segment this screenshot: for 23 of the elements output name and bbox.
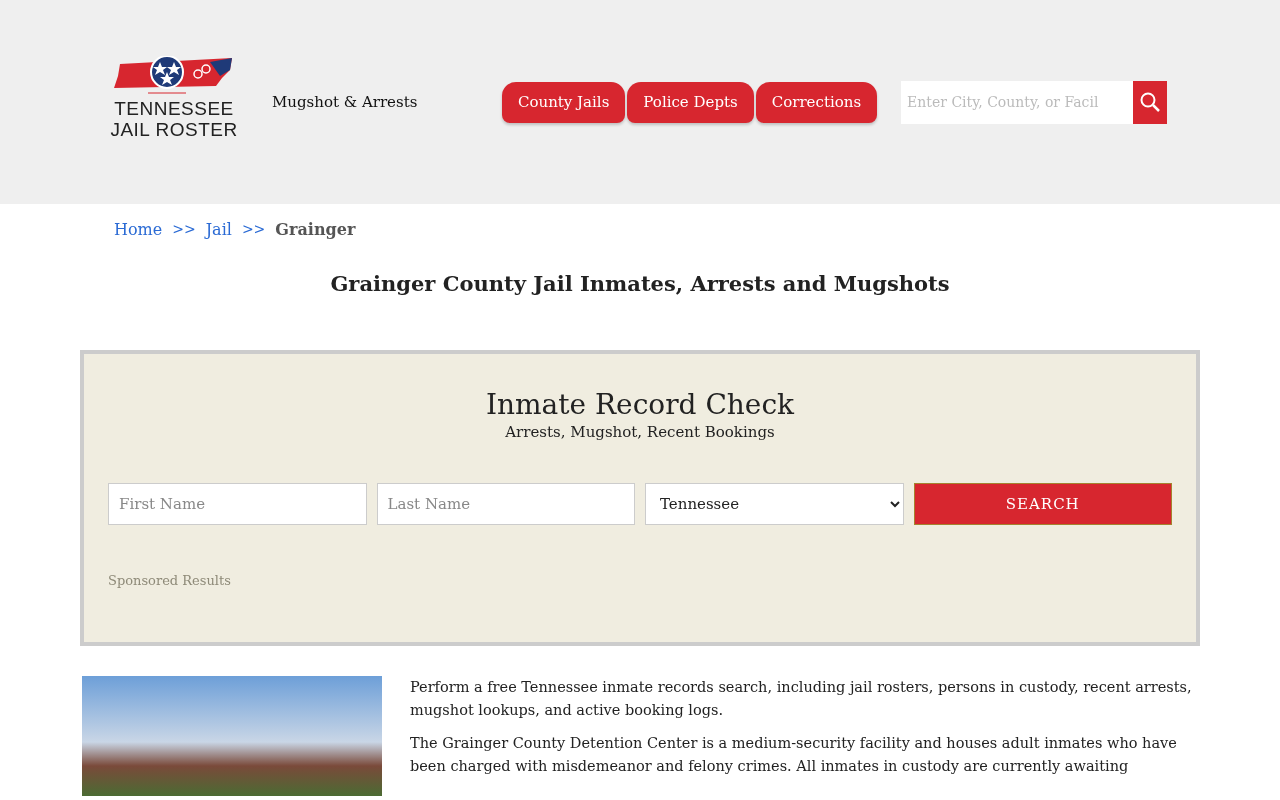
nav-tab[interactable]: Corrections	[755, 81, 878, 123]
sponsored-label: Sponsored Results	[108, 573, 232, 588]
nav-tab[interactable]: Police Depts	[627, 81, 754, 123]
logo-text[interactable]: TENNESSEE JAIL ROSTER	[110, 98, 238, 140]
first-name-field[interactable]: First Name	[108, 483, 367, 525]
last-name-field[interactable]: Last Name	[376, 483, 635, 525]
state-dropdown[interactable]: Tennessee	[645, 483, 904, 525]
paragraph: Perform a free Tennessee inmate records search, including jail rosters, persons in custody, recent arrests, mugshot lookups, and active booking logs.	[410, 678, 1193, 720]
breadcrumb-current: Grainger	[275, 220, 356, 239]
search-icon	[1139, 91, 1162, 113]
panel-subtitle: Arrests, Mugshot, Recent Bookings	[504, 423, 776, 441]
paragraph: The Grainger County Detention Center is a medium-security facility and houses adult inmates who have been charged with misdemeanor and felony crimes. All inmates in custody are currently awaiting	[410, 734, 1178, 776]
page-title: Grainger County Jail Inmates, Arrests and Mugshots	[329, 271, 951, 296]
breadcrumb-separator: >>	[241, 220, 266, 239]
search-field[interactable]: Enter City, County, or Facil	[901, 80, 1134, 124]
search-button[interactable]	[1133, 80, 1168, 124]
breadcrumb-link[interactable]: Jail	[205, 220, 232, 239]
search-button[interactable]: SEARCH	[913, 483, 1172, 525]
panel-title: Inmate Record Check	[484, 388, 796, 421]
tagline: Mugshot & Arrests	[272, 93, 419, 111]
breadcrumb-separator: >>	[172, 220, 196, 239]
nav-tab[interactable]: County Jails	[502, 81, 626, 123]
breadcrumb-link[interactable]: Home	[114, 220, 163, 239]
